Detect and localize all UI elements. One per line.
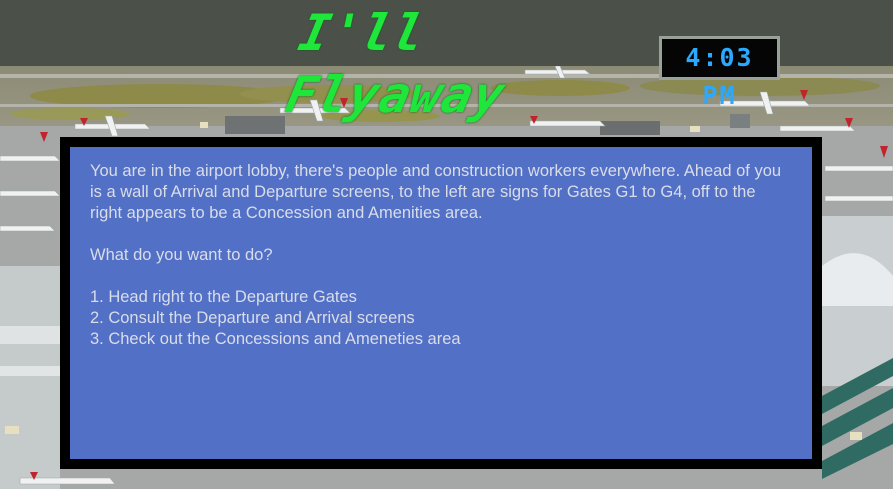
option-2[interactable]: 2. Consult the Departure and Arrival scr… [90,308,792,329]
dialogue-panel: You are in the airport lobby, there's pe… [60,137,822,469]
option-1[interactable]: 1. Head right to the Departure Gates [90,287,792,308]
choice-prompt: What do you want to do? [90,246,273,264]
scene-description: You are in the airport lobby, there's pe… [90,162,782,222]
digital-clock: 4:03 PM [659,36,780,110]
option-3[interactable]: 3. Check out the Concessions and Ameneti… [90,329,792,350]
dialogue-text-area: You are in the airport lobby, there's pe… [70,147,812,459]
game-screen: I'll Flyaway 4:03 PM You are in the airp… [0,0,893,489]
game-title: I'll Flyaway [280,4,511,124]
clock-time: 4:03 PM [685,43,754,110]
